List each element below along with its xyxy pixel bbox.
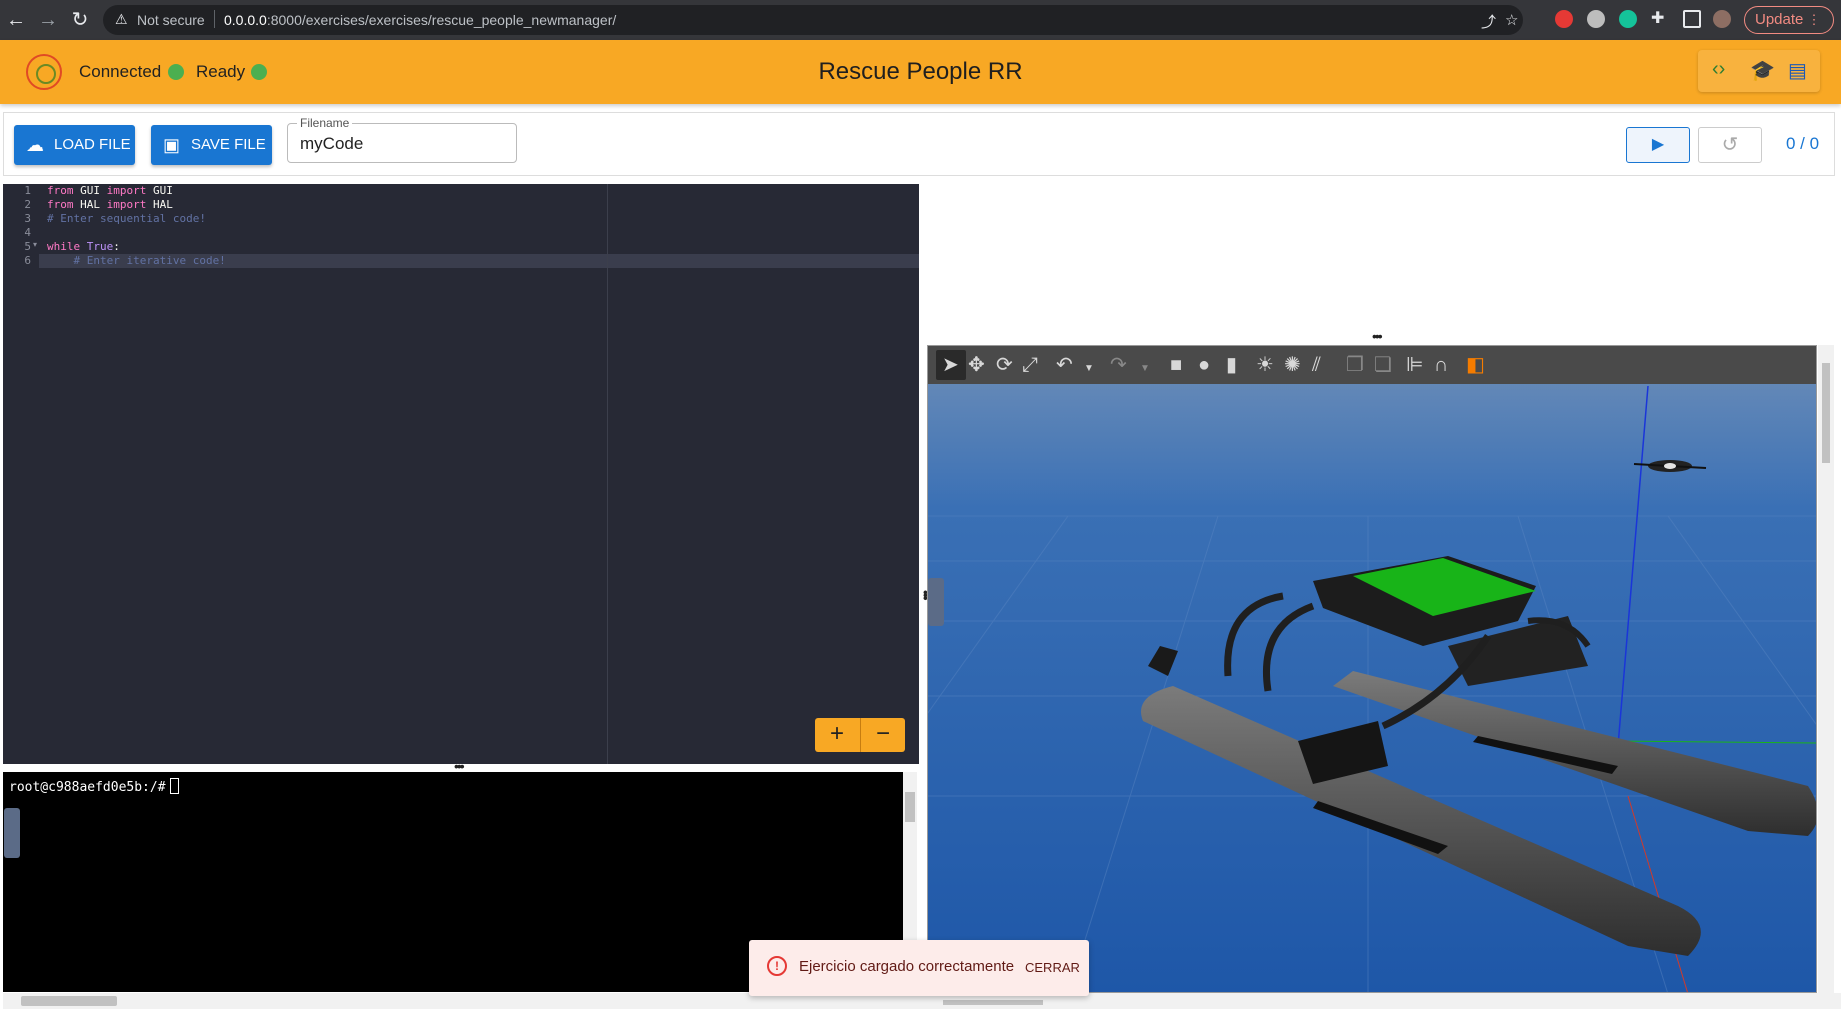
line-number: 1 <box>24 184 31 197</box>
reload-icon[interactable]: ↻ <box>68 8 92 32</box>
code-icon[interactable]: ‹› <box>1712 58 1725 81</box>
url-text[interactable]: 0.0.0.0:8000/exercises/exercises/rescue_… <box>224 12 616 28</box>
gazebo-viewer[interactable]: ➤ ✥ ⟳ ⤢ ↶ ▼ ↷ ▼ ■ ● ▮ ☀ ✺ ⫽ ❐ ❏ ⊫ ∩ ◧ <box>927 345 1817 993</box>
line-number: 5 <box>24 240 31 253</box>
paste-icon[interactable]: ❏ <box>1374 355 1392 375</box>
scale-icon[interactable]: ⤢ <box>1022 355 1038 375</box>
terminal-prompt: root@c988aefd0e5b:/# <box>9 778 179 795</box>
extension-icon[interactable] <box>1555 10 1573 28</box>
header-actions: ‹› 🎓 ▤ <box>1698 50 1820 92</box>
copy-icon[interactable]: ❐ <box>1346 355 1364 375</box>
terminal-cursor <box>169 778 179 794</box>
viewer-side-handle[interactable] <box>928 578 944 626</box>
sun-light-icon[interactable]: ☀ <box>1256 355 1274 375</box>
simulation-scene <box>928 346 1816 992</box>
undo-icon[interactable]: ↶ <box>1056 355 1073 375</box>
scrollbar-thumb[interactable] <box>1822 363 1830 463</box>
view-angle-icon[interactable]: ◧ <box>1466 355 1485 375</box>
code-line: from HAL import HAL <box>47 198 173 211</box>
play-button[interactable]: ▶ <box>1626 127 1690 163</box>
line-number: 6 <box>24 254 31 267</box>
code-line: while True: <box>47 240 120 253</box>
resize-handle[interactable]: ••• <box>1372 328 1383 344</box>
snackbar-message: Ejercicio cargado correctamente <box>799 958 1015 975</box>
address-bar[interactable]: ⚠ Not secure 0.0.0.0:8000/exercises/exer… <box>103 5 1523 35</box>
security-label: Not secure <box>137 12 205 28</box>
cylinder-shape-icon[interactable]: ▮ <box>1226 355 1237 375</box>
box-shape-icon[interactable]: ■ <box>1170 355 1182 375</box>
translate-icon[interactable]: ✥ <box>968 355 985 375</box>
code-editor[interactable]: 1 2 3 4 5 6 ▾ from GUI import GUI from H… <box>3 184 919 764</box>
filename-label: Filename <box>297 116 353 130</box>
zoom-out-button[interactable]: − <box>861 721 905 747</box>
star-icon[interactable]: ☆ <box>1505 11 1518 29</box>
extension-icon[interactable] <box>1587 10 1605 28</box>
filename-field[interactable]: Filename myCode <box>287 116 517 163</box>
terminal-side-handle[interactable] <box>4 808 20 858</box>
code-line: # Enter iterative code! <box>47 254 226 267</box>
select-arrow-icon[interactable]: ➤ <box>942 355 959 375</box>
align-icon[interactable]: ⊫ <box>1406 355 1423 375</box>
error-icon: ! <box>767 956 787 976</box>
line-number: 2 <box>24 198 31 211</box>
reset-button[interactable]: ↺ <box>1698 127 1762 163</box>
chevron-down-icon[interactable]: ▼ <box>1084 359 1094 379</box>
code-line: # Enter sequential code! <box>47 212 206 225</box>
snackbar-close-button[interactable]: CERRAR <box>1025 960 1080 975</box>
toolbar: ☁ Load file ▣ Save file Filename myCode … <box>3 112 1835 176</box>
save-file-button[interactable]: ▣ Save file <box>151 125 272 165</box>
line-number: 4 <box>24 226 31 239</box>
water-surface <box>928 346 1816 992</box>
school-icon[interactable]: 🎓 <box>1750 58 1775 83</box>
spot-light-icon[interactable]: ⫽ <box>1312 355 1321 375</box>
snap-icon[interactable]: ∩ <box>1434 355 1448 375</box>
share-icon[interactable]: ⤴ <box>1481 11 1496 32</box>
point-light-icon[interactable]: ✺ <box>1284 355 1301 375</box>
scrollbar-thumb[interactable] <box>21 996 117 1006</box>
app-header: Connected Ready Rescue People RR ‹› 🎓 ▤ <box>0 40 1841 104</box>
play-icon: ▶ <box>1651 136 1665 153</box>
scrollbar-thumb[interactable] <box>905 792 915 822</box>
sidepanel-icon[interactable] <box>1683 10 1701 28</box>
redo-icon[interactable]: ↷ <box>1110 355 1127 375</box>
warning-icon: ⚠ <box>115 11 128 27</box>
print-margin <box>607 184 608 764</box>
zoom-in-button[interactable]: + <box>815 721 859 747</box>
load-file-button[interactable]: ☁ Load file <box>14 125 135 165</box>
reset-icon: ↺ <box>1721 134 1739 156</box>
puzzle-icon[interactable]: ✚ <box>1651 10 1669 28</box>
sphere-shape-icon[interactable]: ● <box>1198 355 1210 375</box>
code-line: from GUI import GUI <box>47 184 173 197</box>
grammarly-icon[interactable] <box>1619 10 1637 28</box>
viewer-scrollbar[interactable] <box>1818 345 1834 993</box>
divider <box>214 10 215 28</box>
chevron-down-icon[interactable]: ▼ <box>1140 359 1150 379</box>
zoom-controls: + − <box>815 718 905 752</box>
back-icon[interactable]: ← <box>4 8 28 32</box>
editor-gutter: 1 2 3 4 5 6 ▾ <box>3 184 39 764</box>
counter: 0 / 0 <box>1786 134 1820 153</box>
filename-value[interactable]: myCode <box>300 134 363 154</box>
gazebo-toolbar: ➤ ✥ ⟳ ⤢ ↶ ▼ ↷ ▼ ■ ● ▮ ☀ ✺ ⫽ ❐ ❏ ⊫ ∩ ◧ <box>928 346 1816 384</box>
rotate-icon[interactable]: ⟳ <box>996 355 1013 375</box>
line-number: 3 <box>24 212 31 225</box>
update-button[interactable]: Update ⋮ <box>1744 6 1834 34</box>
browser-chrome: ← → ↻ ⚠ Not secure 0.0.0.0:8000/exercise… <box>0 0 1841 40</box>
forward-icon[interactable]: → <box>36 8 60 32</box>
avatar[interactable] <box>1713 10 1731 28</box>
forum-icon[interactable]: ▤ <box>1788 58 1807 83</box>
scrollbar-thumb[interactable] <box>943 1000 1043 1005</box>
page-title: Rescue People RR <box>818 58 1023 85</box>
upload-icon: ☁ <box>26 135 44 155</box>
notification-snackbar: ! Ejercicio cargado correctamente CERRAR <box>749 940 1089 996</box>
fold-icon[interactable]: ▾ <box>33 240 37 249</box>
save-icon: ▣ <box>163 135 181 155</box>
